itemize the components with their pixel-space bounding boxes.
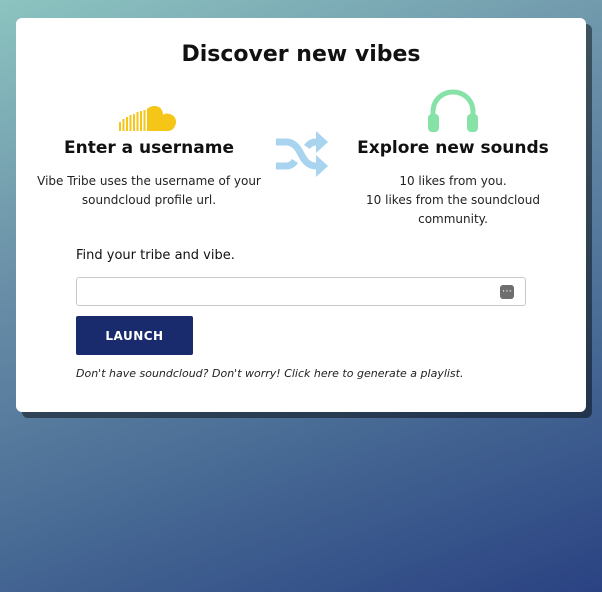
username-column: Enter a username Vibe Tribe uses the use…: [34, 88, 264, 210]
explore-line-1: 10 likes from you.: [399, 174, 507, 188]
soundcloud-icon: [34, 88, 264, 134]
page-title: Discover new vibes: [181, 42, 421, 67]
launch-button[interactable]: LAUNCH: [76, 316, 193, 355]
username-input-wrapper: ⋯: [76, 277, 526, 306]
username-description: Vibe Tribe uses the username of your sou…: [37, 174, 261, 207]
find-tribe-label: Find your tribe and vibe.: [76, 248, 235, 263]
explore-line-2: 10 likes from the soundcloud community.: [366, 193, 540, 226]
headphones-icon: [338, 88, 568, 134]
explore-heading: Explore new sounds: [357, 138, 549, 158]
password-manager-icon[interactable]: ⋯: [500, 285, 514, 299]
shuffle-icon: [274, 130, 328, 178]
username-input[interactable]: [77, 278, 525, 305]
explore-column: Explore new sounds 10 likes from you. 10…: [338, 88, 568, 229]
main-card: Discover new vibes Enter a username Vibe…: [16, 18, 586, 412]
generate-playlist-link[interactable]: Don't have soundcloud? Don't worry! Clic…: [76, 367, 463, 380]
username-heading: Enter a username: [63, 138, 235, 158]
